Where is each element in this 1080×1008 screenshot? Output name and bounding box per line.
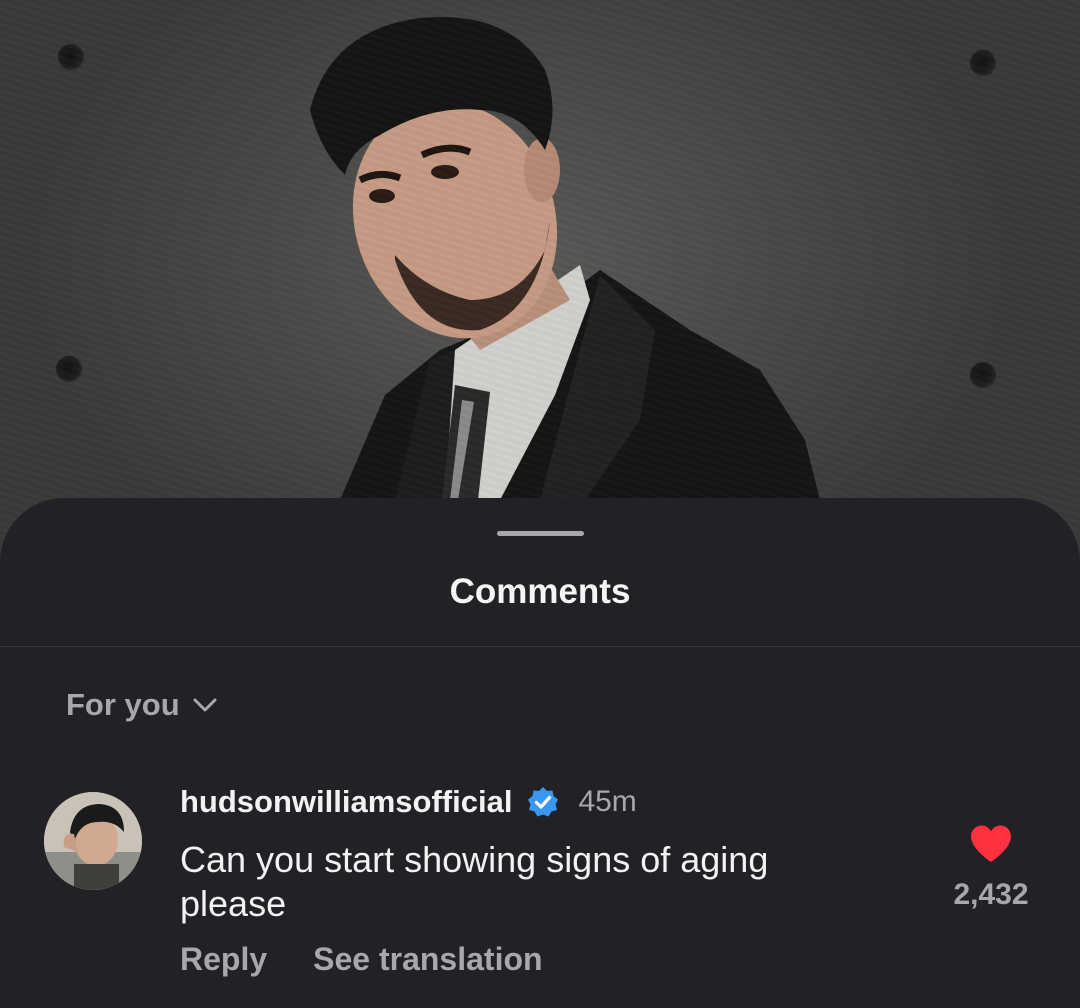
see-translation-button[interactable]: See translation xyxy=(313,941,542,978)
wall-hole-decoration xyxy=(970,50,996,76)
comment-username[interactable]: hudsonwilliamsofficial xyxy=(180,784,512,820)
wall-hole-decoration xyxy=(58,44,84,70)
chevron-down-icon xyxy=(193,698,217,712)
verified-badge-icon xyxy=(528,787,559,817)
like-button[interactable]: 2,432 xyxy=(936,824,1046,912)
avatar[interactable] xyxy=(44,792,142,890)
avatar-photo xyxy=(44,792,142,890)
app-screen: Comments For you hudsonwilliamsofficial … xyxy=(0,0,1080,1008)
sort-label: For you xyxy=(66,687,180,722)
wall-hole-decoration xyxy=(970,362,996,388)
wall-hole-decoration xyxy=(56,356,82,382)
heart-icon xyxy=(971,825,1011,862)
comment-text: Can you start showing signs of aging ple… xyxy=(180,839,769,924)
comment-timestamp: 45m xyxy=(578,785,637,818)
comment-actions: Reply See translation xyxy=(180,941,543,978)
comments-title: Comments xyxy=(449,572,631,611)
comment-header: hudsonwilliamsofficial 45m xyxy=(180,784,637,820)
like-count: 2,432 xyxy=(953,878,1029,911)
person-portrait xyxy=(310,17,820,500)
divider xyxy=(0,646,1080,647)
comments-sheet: Comments For you hudsonwilliamsofficial … xyxy=(0,498,1080,1008)
sort-dropdown[interactable]: For you xyxy=(66,687,218,723)
reply-button[interactable]: Reply xyxy=(180,941,267,978)
drag-handle[interactable] xyxy=(497,531,584,536)
post-photo[interactable] xyxy=(0,0,1080,560)
